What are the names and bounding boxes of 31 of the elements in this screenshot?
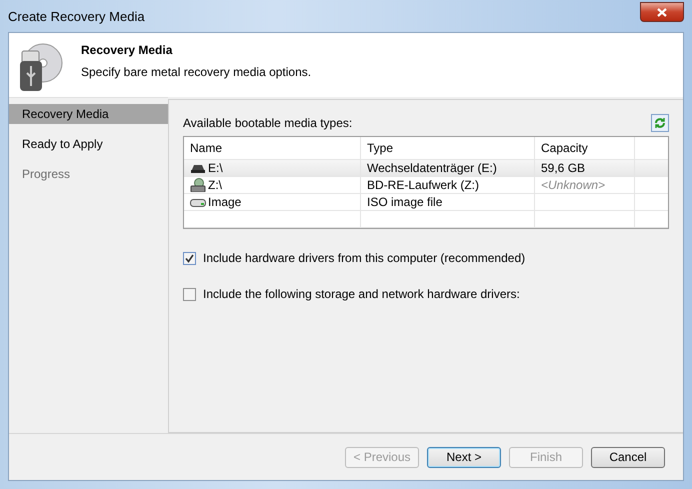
table-cell: 59,6 GB bbox=[541, 161, 586, 175]
window-title: Create Recovery Media bbox=[8, 8, 145, 24]
checkbox-label: Include hardware drivers from this computer (recommended) bbox=[203, 251, 526, 265]
table-cell: E:\ bbox=[208, 161, 223, 175]
media-row[interactable]: E:\ Wechseldatenträger (E:) 59,6 GB bbox=[184, 160, 668, 177]
table-cell: Wechseldatenträger (E:) bbox=[361, 160, 535, 177]
drive-icon bbox=[190, 163, 206, 173]
table-cell: <Unknown> bbox=[541, 178, 606, 192]
media-row[interactable]: Image ISO image file bbox=[184, 194, 668, 211]
table-cell: BD-RE-Laufwerk (Z:) bbox=[361, 177, 535, 194]
checkbox[interactable] bbox=[183, 252, 196, 264]
table-cell: Z:\ bbox=[208, 178, 222, 192]
page-title: Recovery Media bbox=[81, 43, 174, 57]
media-row[interactable]: Z:\ BD-RE-Laufwerk (Z:) <Unknown> bbox=[184, 177, 668, 194]
close-icon bbox=[657, 8, 667, 16]
close-button[interactable] bbox=[640, 2, 684, 22]
refresh-icon bbox=[654, 117, 666, 129]
table-cell: ISO image file bbox=[361, 194, 535, 211]
wizard-button[interactable]: Cancel bbox=[591, 446, 665, 468]
page-subtitle: Specify bare metal recovery media options. bbox=[81, 65, 312, 79]
network-drive-icon bbox=[190, 178, 206, 192]
checkbox-label: Include the following storage and network hardware drivers: bbox=[203, 287, 520, 301]
table-cell: Image bbox=[208, 195, 242, 209]
media-label: Available bootable media types: bbox=[183, 116, 352, 130]
drive-icon bbox=[190, 198, 206, 206]
wizard-button[interactable]: Next > bbox=[427, 446, 501, 468]
disc-usb-icon bbox=[17, 41, 63, 93]
step-item[interactable]: Recovery Media bbox=[9, 104, 168, 124]
step-item[interactable]: Ready to Apply bbox=[9, 134, 168, 154]
checkbox[interactable] bbox=[183, 288, 196, 300]
refresh-button[interactable] bbox=[651, 114, 669, 132]
